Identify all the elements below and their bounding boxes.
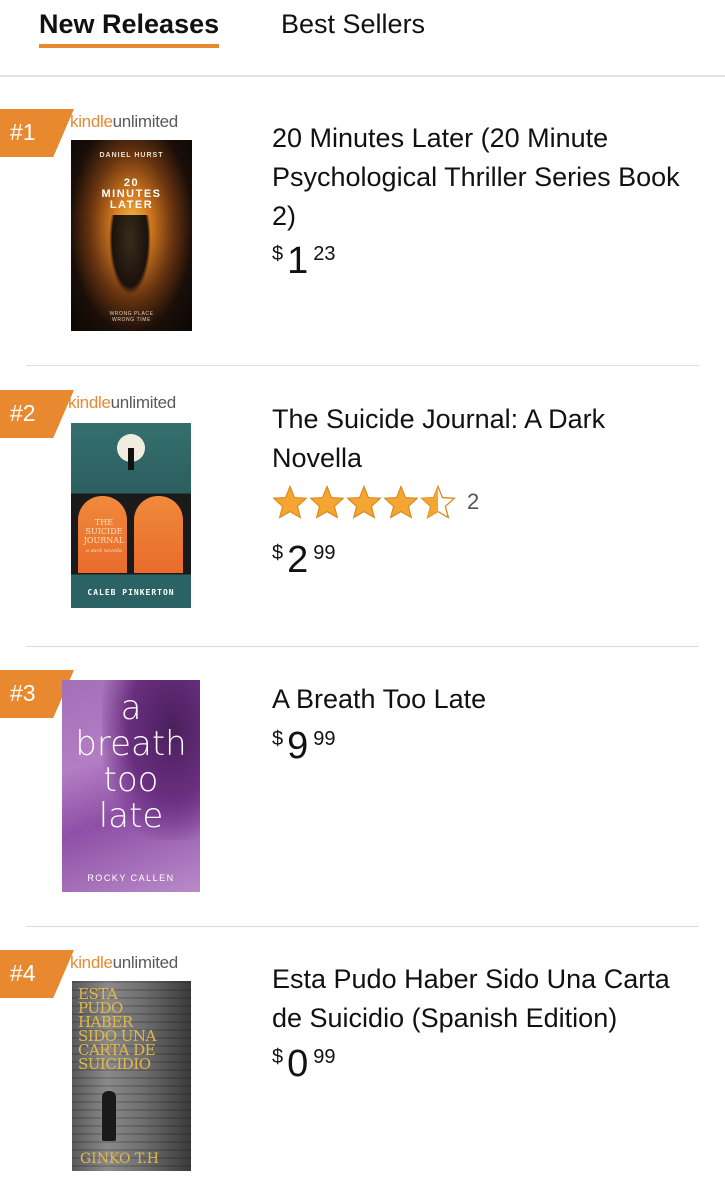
cover-tagline: WRONG PLACE WRONG TIME: [109, 311, 154, 323]
figure-silhouette: [128, 448, 134, 470]
price: $1 23: [272, 240, 336, 282]
kindle-unlimited-logo: kindleunlimited: [70, 953, 178, 972]
window-left: THE SUICIDE JOURNAL a dark novella: [78, 496, 127, 573]
book-title[interactable]: The Suicide Journal: A Dark Novella: [272, 400, 702, 478]
rating-count[interactable]: 2: [467, 489, 479, 515]
star-full-icon: [309, 485, 345, 519]
rank-badge: #1: [0, 109, 74, 157]
list-item[interactable]: #1 kindleunlimited DANIEL HURST 20 MINUT…: [0, 109, 725, 365]
window-right: [134, 496, 183, 573]
figure-silhouette: [102, 1091, 116, 1141]
star-full-icon: [346, 485, 382, 519]
rank-badge: #2: [0, 390, 74, 438]
rank-number: #2: [10, 400, 36, 426]
cover-title: ESTA PUDO HABER SIDO UNA CARTA DE SUICID…: [78, 985, 156, 1073]
kindle-unlimited-logo: kindleunlimited: [70, 112, 178, 131]
star-rating[interactable]: 2: [272, 485, 479, 519]
book-cover[interactable]: DANIEL HURST 20 MINUTES LATER WRONG PLAC…: [71, 140, 192, 331]
tab-new-releases-label: New Releases: [39, 9, 220, 39]
star-full-icon: [383, 485, 419, 519]
rank-number: #1: [10, 119, 36, 145]
rank-badge: #4: [0, 950, 74, 998]
book-cover[interactable]: a breath too late ROCKY CALLEN: [62, 680, 200, 892]
active-tab-indicator: [39, 44, 220, 48]
cover-title: THE SUICIDE JOURNAL a dark novella: [83, 518, 125, 554]
book-title[interactable]: Esta Pudo Haber Sido Una Carta de Suicid…: [272, 960, 702, 1038]
divider: [26, 365, 699, 366]
book-title[interactable]: A Breath Too Late: [272, 680, 702, 719]
cover-author: DANIEL HURST: [99, 152, 164, 159]
kindle-unlimited-logo: kindleunlimited: [68, 393, 176, 412]
cover-author: ROCKY CALLEN: [87, 873, 175, 883]
list-item[interactable]: #2 kindleunlimited THE SUICIDE JOURNAL a…: [0, 390, 725, 646]
divider: [26, 926, 699, 927]
cover-title: 20 MINUTES LATER: [101, 177, 162, 211]
rank-number: #4: [10, 960, 36, 986]
cover-title: a breath too late: [75, 688, 187, 836]
list-item[interactable]: #4 kindleunlimited ESTA PUDO HABER SIDO …: [0, 950, 725, 1200]
cover-author: GINKO T.H: [80, 1151, 159, 1167]
firefighter-silhouette: [109, 215, 151, 295]
tab-new-releases[interactable]: New Releases: [39, 6, 220, 48]
cover-author: CALEB PINKERTON: [87, 588, 175, 597]
list-item[interactable]: #3 a breath too late ROCKY CALLEN A Brea…: [0, 670, 725, 926]
tab-best-sellers[interactable]: Best Sellers: [281, 6, 425, 42]
book-title[interactable]: 20 Minutes Later (20 Minute Psychologica…: [272, 119, 702, 236]
price: $0 99: [272, 1043, 336, 1085]
tab-bar: New Releases Best Sellers: [0, 0, 725, 77]
book-cover[interactable]: ESTA PUDO HABER SIDO UNA CARTA DE SUICID…: [72, 981, 191, 1171]
tab-best-sellers-label: Best Sellers: [281, 9, 426, 39]
divider: [26, 646, 699, 647]
rank-number: #3: [10, 680, 36, 706]
star-half-icon: [420, 485, 456, 519]
star-full-icon: [272, 485, 308, 519]
price: $2 99: [272, 539, 336, 581]
price: $9 99: [272, 725, 336, 767]
book-cover[interactable]: THE SUICIDE JOURNAL a dark novella CALEB…: [71, 423, 191, 608]
